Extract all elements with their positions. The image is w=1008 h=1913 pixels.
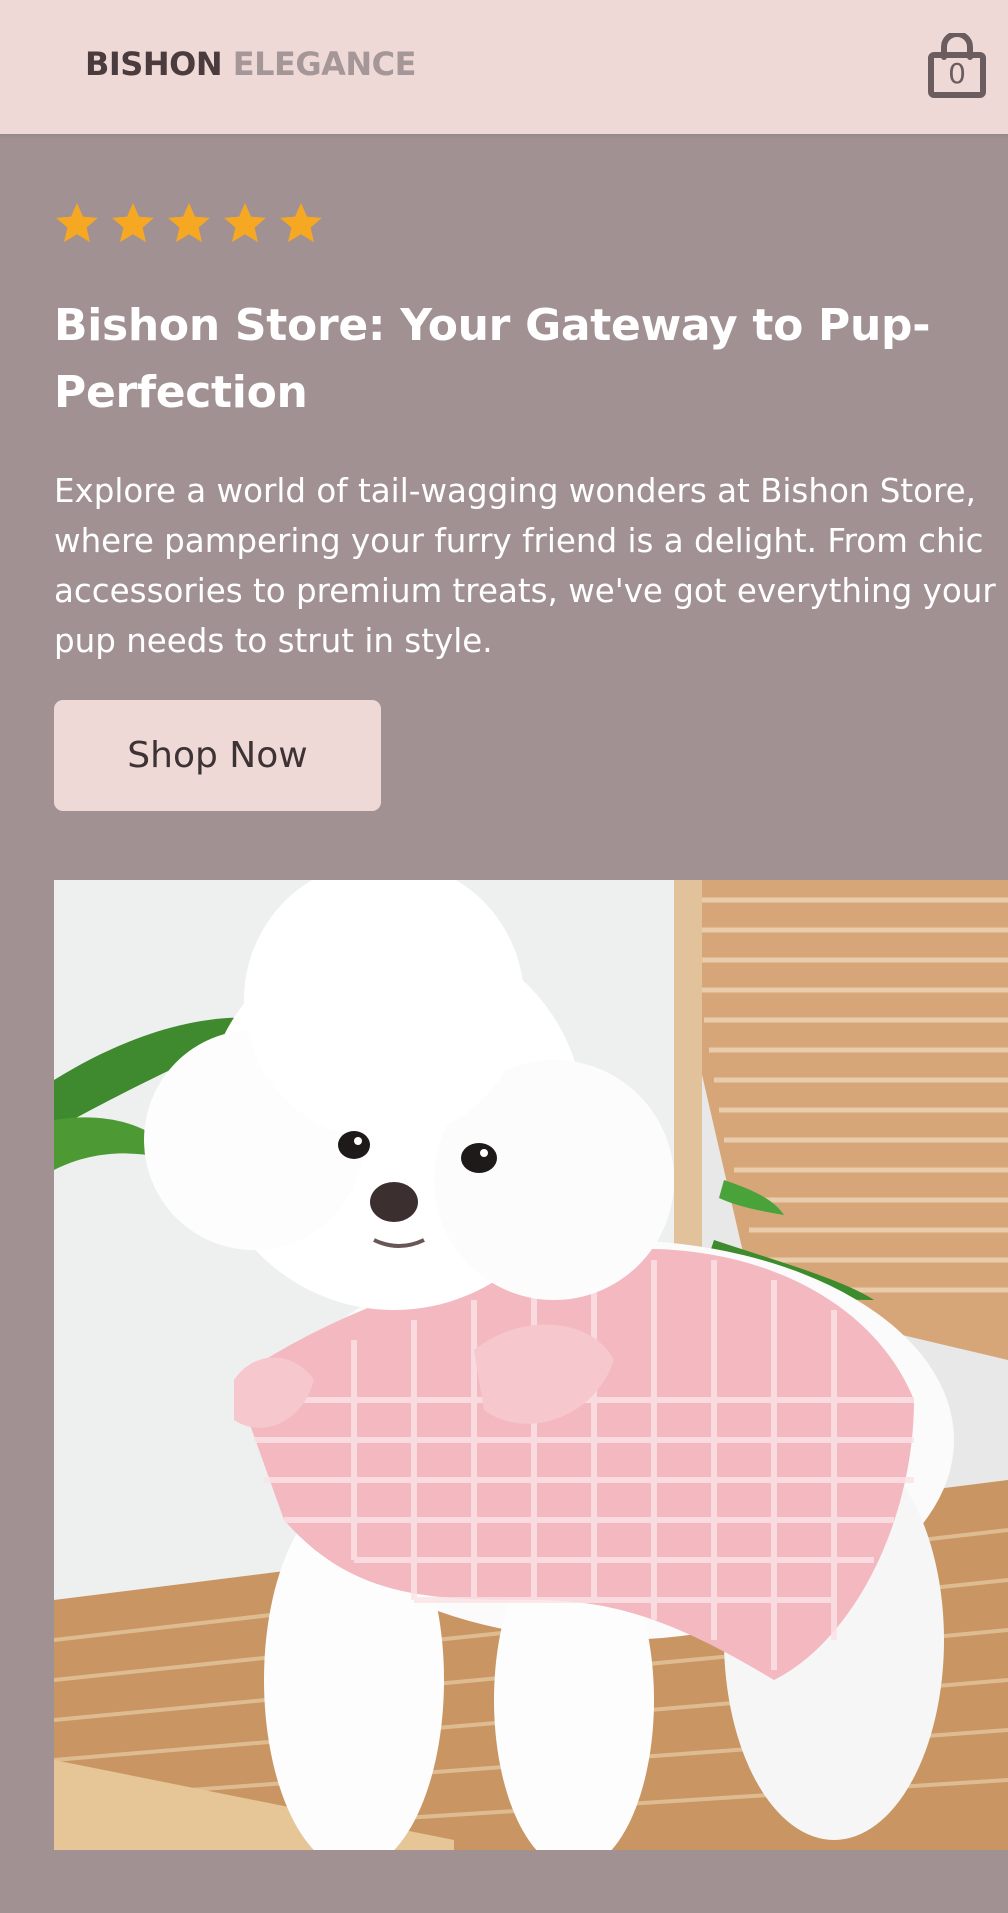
star-icon <box>168 202 210 243</box>
star-icon <box>112 202 154 243</box>
hero-description-line: Explore a world of tail-wagging wonders … <box>54 472 976 510</box>
star-icon <box>280 202 322 243</box>
logo-text-bishon: BISHON <box>85 45 223 83</box>
hero-title: Bishon Store: Your Gateway to Pup-Perfec… <box>54 300 931 418</box>
hero-description-line: where pampering your furry friend is a d… <box>54 522 984 560</box>
hero-description: Explore a world of tail-wagging wonders … <box>54 466 1008 666</box>
star-icon <box>56 202 98 243</box>
hero-image-dog-in-pink-dress <box>54 880 1008 1850</box>
rating-stars <box>54 200 334 248</box>
logo-text-elegance: ELEGANCE <box>232 45 417 83</box>
shop-now-button[interactable]: Shop Now <box>54 700 381 811</box>
hero-description-line: accessories to premium treats, we've got… <box>54 572 996 610</box>
star-icon <box>224 202 266 243</box>
cart-button[interactable]: 0 <box>927 31 987 99</box>
cart-count-badge: 0 <box>948 57 966 90</box>
hero-description-line: pup needs to strut in style. <box>54 622 493 660</box>
site-header: BISHON ELEGANCE 0 <box>0 0 1008 134</box>
site-logo[interactable]: BISHON ELEGANCE <box>85 45 417 83</box>
